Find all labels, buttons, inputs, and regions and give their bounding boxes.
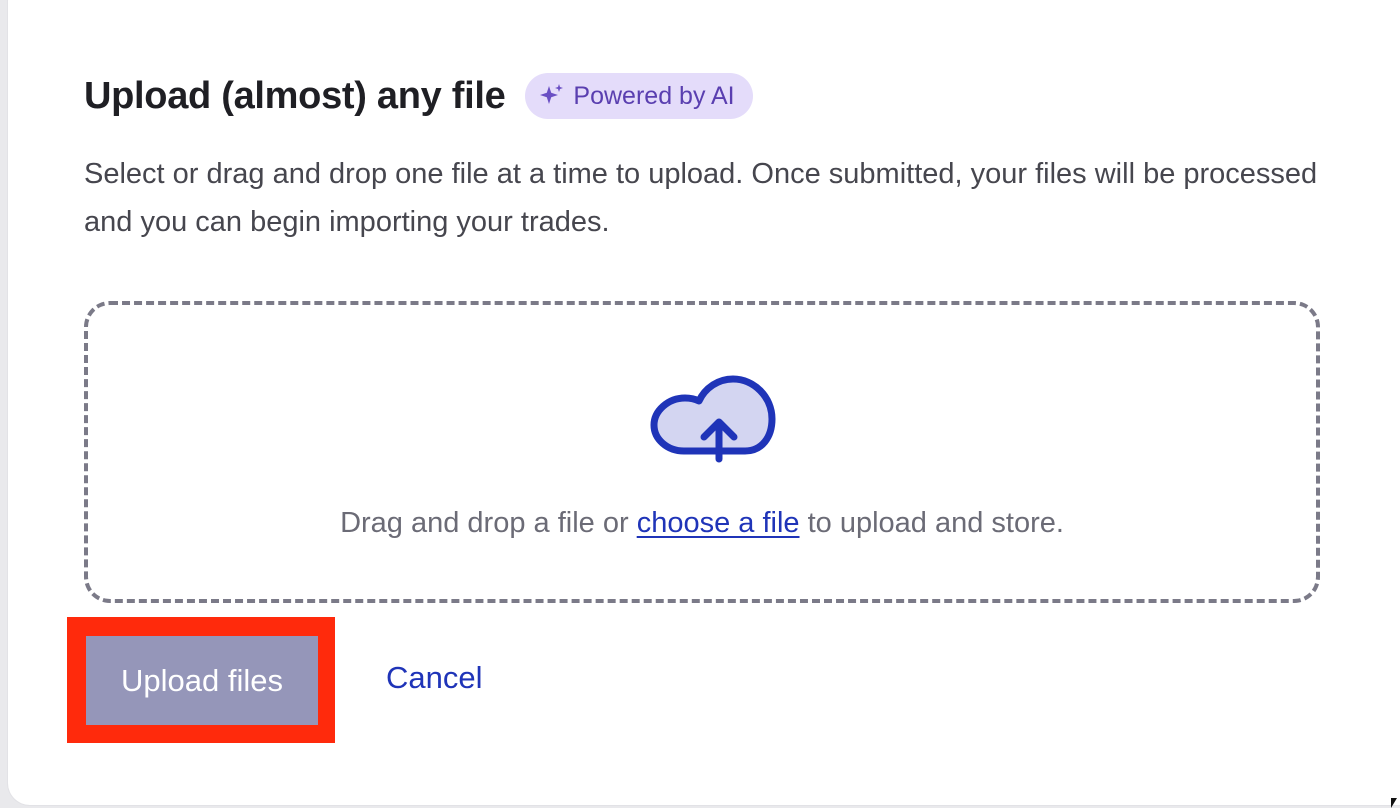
file-dropzone[interactable]: Drag and drop a file or choose a file to… — [84, 301, 1320, 603]
sparkle-icon — [540, 84, 564, 104]
dialog-header: Upload (almost) any file Powered by AI — [84, 72, 753, 120]
powered-by-ai-badge: Powered by AI — [525, 73, 753, 119]
choose-file-link[interactable]: choose a file — [637, 507, 800, 539]
mouse-cursor — [1391, 798, 1397, 808]
dialog-title: Upload (almost) any file — [84, 74, 506, 117]
dropzone-text-before: Drag and drop a file or — [340, 507, 637, 539]
dropzone-instructions: Drag and drop a file or choose a file to… — [88, 507, 1316, 540]
cancel-button[interactable]: Cancel — [386, 660, 483, 696]
upload-files-button[interactable]: Upload files — [86, 636, 318, 725]
badge-label: Powered by AI — [573, 81, 735, 110]
cloud-upload-icon — [650, 375, 776, 463]
dialog-description: Select or drag and drop one file at a ti… — [84, 158, 1318, 238]
dropzone-text-after: to upload and store. — [799, 507, 1064, 539]
